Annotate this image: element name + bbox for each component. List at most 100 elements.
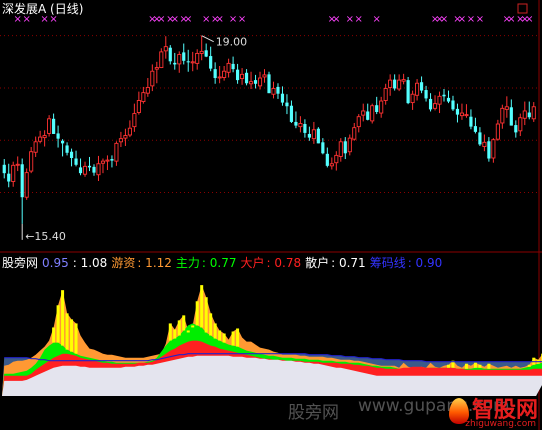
candle-up [500,107,505,124]
candle-up [347,137,352,153]
candle-down [455,108,460,115]
youzi-spike [74,323,78,354]
candle-up [437,95,442,105]
signal-mark: × [355,14,363,25]
candle-up [150,70,155,87]
candle-up [415,82,420,96]
youzi-spike [478,364,482,368]
candle-up [145,86,150,94]
candle-up [190,61,195,64]
youzi-spike [213,323,217,339]
candle-down [65,145,69,153]
high-pointer [201,35,214,43]
candle-down [509,107,513,126]
candle-down [424,90,428,99]
candle-up [24,172,29,198]
candle-up [96,163,101,176]
site-logo: 智股网 zhiguwang.com [448,396,538,429]
candle-up [127,127,132,136]
candle-down [307,133,311,138]
candle-down [303,124,307,133]
candle-down [316,128,320,144]
candle-up [432,103,438,109]
candle-up [15,163,20,166]
candle-up [105,159,110,162]
legend-item: 游资: 1.12 [111,256,172,270]
candle-up [177,54,182,65]
candle-up [388,79,393,88]
candle-up [298,123,303,128]
candle-up [118,138,123,143]
youzi-spike [186,330,190,333]
candle-up [38,136,43,142]
candle-down [60,140,65,144]
indicator-name: 股旁网 [2,256,39,270]
signal-mark: × [215,14,223,25]
youzi-spike [177,320,181,336]
candle-up [11,164,16,182]
candle-up [33,141,38,153]
candle-up [132,113,137,128]
candle-up [47,118,52,134]
candle-down [186,61,190,63]
candle-down [527,112,531,118]
legend-item: 散户: 0.71 [305,256,366,270]
signal-mark: × [332,14,340,25]
candle-down [276,86,280,94]
candle-down [469,116,473,127]
candle-up [154,67,159,70]
candle-up [504,106,509,110]
candle-down [20,164,24,198]
logo-url: zhiguwang.com [465,419,536,429]
youzi-spike [168,323,172,341]
chart-canvas: × × × × ××× ×× ×× × ×× × × ×× × × × ××× ×× × × ×× ×××19.00←1… [0,0,542,430]
candle-up [397,79,402,90]
candle-up [356,116,361,128]
candle-up [240,73,245,79]
candle-down [366,111,370,120]
signal-mark: × [346,14,354,25]
candle-down [294,121,298,126]
candle-up [159,51,164,69]
candle-down [343,141,347,154]
candle-up [370,105,375,122]
legend-item: 主力: 0.77 [175,256,237,270]
signal-mark: × [525,14,533,25]
candle-down [69,151,74,158]
candle-down [446,97,451,102]
candle-down [244,72,249,84]
indicator-legend: 股旁网 0.95: 1.08 游资: 1.12 主力: 0.77 大户: 0.78 散户:… [2,256,446,270]
candle-down [406,80,410,104]
youzi-spike [182,315,186,331]
youzi-spike [200,285,204,328]
candle-up [114,142,119,162]
youzi-spike [236,328,240,347]
candle-down [442,94,446,97]
youzi-spike [446,364,450,368]
youzi-spike [195,301,199,326]
corner-box-icon [517,3,528,14]
candle-up [100,160,106,164]
candle-down [182,52,186,61]
candle-down [375,105,379,112]
candle-down [235,69,240,81]
candle-up [518,117,523,132]
youzi-spike [204,297,208,333]
candle-up [410,93,415,104]
youzi-spike [222,333,226,343]
candle-up [482,141,487,147]
youzi-spike [173,329,177,339]
candle-up [352,127,357,140]
youzi-spike [487,363,491,369]
candle-up [217,76,222,79]
legend-item: 0.95 [42,256,69,270]
high-price-label: 19.00 [216,36,248,49]
candle-up [257,77,263,87]
youzi-spike [527,364,531,367]
youzi-spike [56,305,60,343]
youzi-spike [464,363,468,369]
candle-down [168,47,172,62]
signal-mark: × [476,14,484,25]
youzi-spike [52,327,56,343]
signal-mark: × [171,14,179,25]
